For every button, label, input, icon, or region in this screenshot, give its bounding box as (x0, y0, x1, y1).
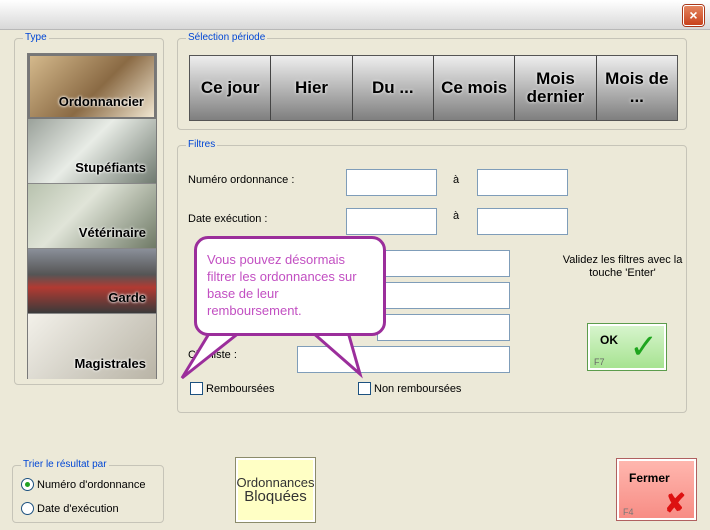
ok-button[interactable]: OK F7 ✓ (587, 323, 667, 371)
type-item-stupefiants[interactable]: Stupéfiants (28, 119, 156, 184)
period-month-of-button[interactable]: Mois de ... (596, 56, 677, 120)
type-item-label: Vétérinaire (78, 225, 146, 240)
fermer-button[interactable]: Fermer F4 ✘ (616, 458, 697, 521)
filter-input-3[interactable] (377, 250, 510, 277)
enter-hint: Validez les filtres avec la touche 'Ente… (562, 254, 683, 279)
sort-date-label: Date d'exécution (37, 502, 119, 515)
date-from-input[interactable] (346, 208, 437, 235)
period-yesterday-button[interactable]: Hier (271, 56, 353, 120)
type-item-label: Ordonnancier (58, 94, 144, 109)
numero-to-label: à (453, 174, 460, 186)
checkmark-icon: ✓ (629, 328, 659, 366)
date-to-input[interactable] (477, 208, 568, 235)
blocked-button-line2: Bloquées (244, 488, 307, 505)
type-item-label: Garde (108, 290, 146, 305)
callout-tail-right (308, 330, 363, 379)
type-group: Type Ordonnancier Stupéfiants Vétérinair… (14, 32, 164, 385)
sort-date-radio[interactable] (21, 502, 34, 515)
callout-tail-left (180, 330, 245, 380)
type-item-label: Magistrales (74, 356, 146, 371)
date-execution-label: Date exécution : (188, 213, 268, 225)
fermer-button-label: Fermer (629, 471, 670, 485)
period-bar: Ce jour Hier Du ... Ce mois Mois dernier… (189, 55, 678, 121)
window-close-button[interactable]: × (683, 5, 704, 26)
ok-shortcut-key: F7 (594, 357, 605, 367)
period-today-button[interactable]: Ce jour (190, 56, 272, 120)
red-x-icon: ✘ (664, 488, 686, 518)
window-titlebar: × (0, 0, 710, 30)
filters-group-label: Filtres (186, 139, 218, 150)
callout-text: Vous pouvez désormais filtrer les ordonn… (207, 252, 357, 318)
sort-numero-radio[interactable] (21, 478, 34, 491)
type-group-label: Type (23, 32, 49, 43)
remboursees-label: Remboursées (206, 382, 275, 395)
sort-option-date[interactable]: Date d'exécution (21, 502, 119, 515)
sort-numero-label: Numéro d'ordonnance (37, 478, 146, 491)
type-item-magistrales[interactable]: Magistrales (28, 314, 156, 379)
sort-group-label: Trier le résultat par (21, 459, 109, 470)
filter-input-4[interactable] (377, 282, 510, 309)
fermer-shortcut-key: F4 (623, 507, 634, 517)
type-item-veterinaire[interactable]: Vétérinaire (28, 184, 156, 249)
period-last-month-button[interactable]: Mois dernier (515, 56, 597, 120)
remboursement-callout: Vous pouvez désormais filtrer les ordonn… (194, 236, 386, 336)
close-icon: × (689, 7, 698, 23)
numero-from-input[interactable] (346, 169, 437, 196)
type-item-label: Stupéfiants (75, 160, 146, 175)
sort-option-numero[interactable]: Numéro d'ordonnance (21, 478, 146, 491)
type-item-ordonnancier[interactable]: Ordonnancier (28, 54, 156, 119)
ok-button-label: OK (600, 333, 618, 347)
callout-tails (180, 330, 363, 380)
non-remboursees-label: Non remboursées (374, 382, 462, 395)
date-to-label: à (453, 210, 460, 222)
type-item-garde[interactable]: Garde (28, 249, 156, 314)
ordonnances-bloquees-button[interactable]: Ordonnances Bloquées (235, 457, 316, 523)
numero-ordonnance-label: Numéro ordonnance : (188, 174, 295, 186)
numero-to-input[interactable] (477, 169, 568, 196)
sort-group: Trier le résultat par Numéro d'ordonnanc… (12, 459, 164, 523)
type-list: Ordonnancier Stupéfiants Vétérinaire Gar… (27, 53, 157, 379)
period-this-month-button[interactable]: Ce mois (433, 56, 516, 120)
period-from-button[interactable]: Du ... (352, 56, 434, 120)
period-group-label: Sélection période (186, 32, 268, 43)
filter-input-5[interactable] (377, 314, 510, 341)
period-group: Sélection période Ce jour Hier Du ... Ce… (177, 32, 687, 130)
